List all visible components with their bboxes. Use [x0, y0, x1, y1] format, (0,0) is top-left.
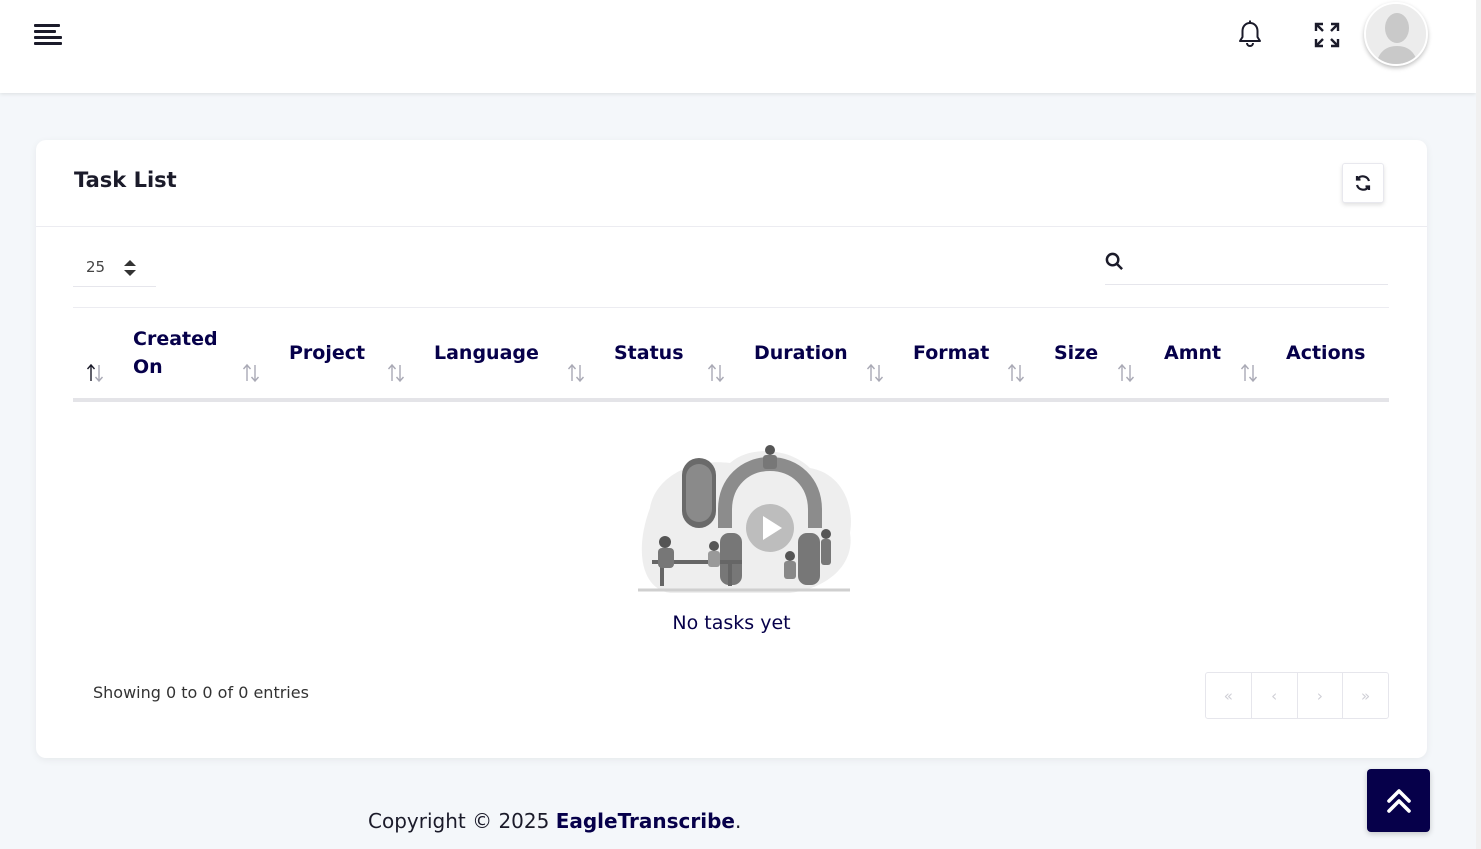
sort-icon[interactable] [1116, 362, 1136, 384]
page-scrollbar[interactable] [1476, 0, 1481, 849]
sort-icon[interactable] [566, 362, 586, 384]
empty-state-message: No tasks yet [672, 612, 791, 634]
search-input[interactable] [1135, 250, 1385, 280]
column-header-language[interactable]: Language [434, 308, 539, 398]
column-header-created-on[interactable]: Created On [133, 308, 233, 398]
page-length-value: 25 [86, 258, 106, 276]
bell-icon[interactable] [1234, 18, 1266, 50]
column-header-actions: Actions [1286, 342, 1366, 364]
pagination: « ‹ › » [1205, 672, 1389, 719]
search-icon [1105, 252, 1123, 270]
task-list-card: Task List 25 Created On Project Language… [36, 140, 1427, 758]
sort-icon[interactable] [706, 362, 726, 384]
first-page-button[interactable]: « [1206, 673, 1252, 718]
next-page-button[interactable]: › [1298, 673, 1344, 718]
double-chevron-up-icon [1386, 788, 1411, 813]
column-header-format[interactable]: Format [913, 308, 989, 398]
sort-icon[interactable] [1006, 362, 1026, 384]
column-header-amnt[interactable]: Amnt [1164, 308, 1221, 398]
copyright-suffix: . [735, 809, 742, 833]
table-info: Showing 0 to 0 of 0 entries [93, 683, 309, 702]
brand-name[interactable]: EagleTranscribe [556, 809, 735, 833]
hamburger-icon[interactable] [34, 24, 64, 46]
column-header-status[interactable]: Status [614, 308, 684, 398]
column-header-project[interactable]: Project [289, 308, 365, 398]
sort-icon[interactable] [1239, 362, 1259, 384]
sort-icon[interactable] [241, 362, 261, 384]
refresh-button[interactable] [1342, 163, 1384, 203]
last-page-button[interactable]: » [1343, 673, 1388, 718]
column-header-duration[interactable]: Duration [754, 308, 848, 398]
sort-icon[interactable] [386, 362, 406, 384]
page-title: Task List [74, 168, 177, 192]
page-length-select[interactable]: 25 [73, 248, 156, 287]
expand-icon[interactable] [1313, 21, 1341, 49]
empty-state-illustration [638, 445, 851, 593]
top-navbar [0, 0, 1476, 93]
previous-page-button[interactable]: ‹ [1252, 673, 1298, 718]
select-arrows-icon [124, 260, 136, 276]
refresh-icon [1355, 175, 1371, 191]
scroll-to-top-button[interactable] [1367, 769, 1430, 832]
copyright-text: Copyright © 2025 [368, 809, 556, 833]
column-header-size[interactable]: Size [1054, 308, 1098, 398]
sort-icon[interactable] [865, 362, 885, 384]
table-header: Created On Project Language Status Durat… [73, 308, 1389, 402]
sort-asc-icon[interactable] [85, 362, 105, 384]
user-avatar[interactable] [1364, 2, 1428, 66]
search-box [1105, 248, 1388, 285]
card-divider [36, 226, 1427, 227]
footer-copyright: Copyright © 2025 EagleTranscribe. [368, 809, 741, 833]
